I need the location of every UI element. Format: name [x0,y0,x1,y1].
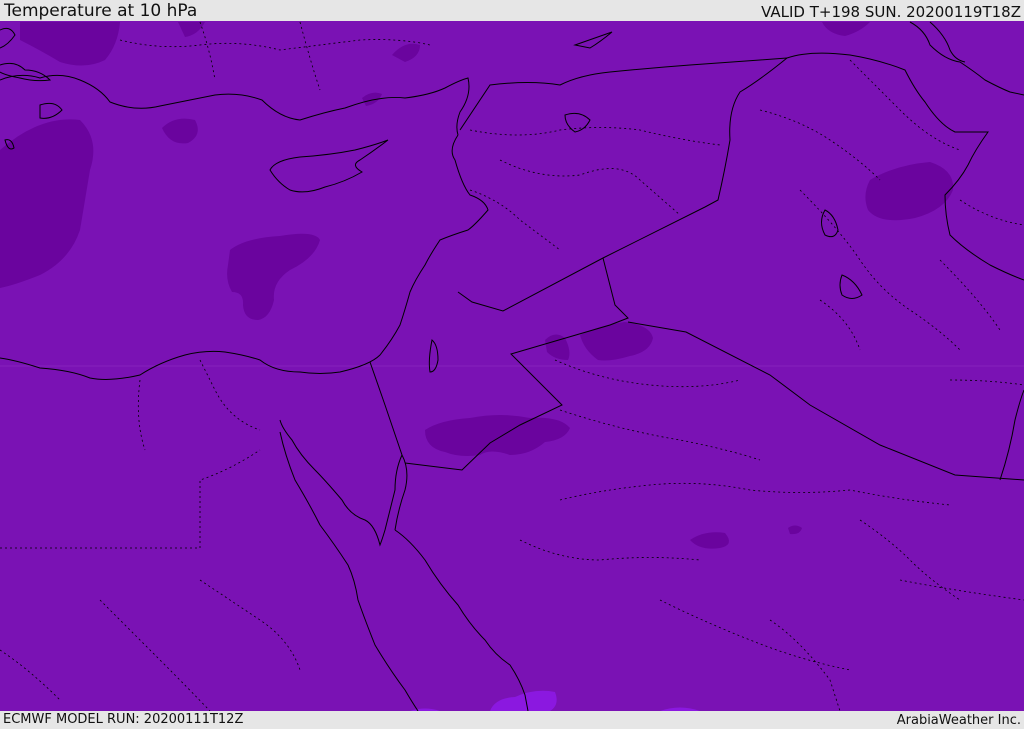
cold-patch-nw [20,22,120,66]
dotted-iran [849,59,1024,386]
dotted-jordan [554,359,761,461]
lake-nw [573,31,613,49]
islands-ne [929,21,966,63]
dotted-turkey [119,21,431,91]
dotted-egypt [0,359,261,549]
cold-patches [0,22,954,549]
warm-patches [410,690,700,711]
cold-patch-small2 [392,43,420,62]
credit-label: ArabiaWeather Inc. [896,713,1021,728]
cold-patch-small1 [162,118,198,144]
red-sea-east [394,529,529,711]
cold-patch-center2 [580,322,653,361]
gulf-of-aqaba [394,454,408,531]
cold-patch-small4 [690,532,729,549]
dotted-east [769,519,961,711]
cyprus [269,139,389,193]
cold-patch-small5 [788,525,802,535]
cold-patch-top-mid [178,22,205,37]
cold-patch-top-right [822,22,870,36]
dotted-iraq [759,109,961,351]
warm-patch-south [490,690,557,711]
cold-patch-east [865,162,954,221]
header-bar: Temperature at 10 hPa VALID T+198 SUN. 2… [0,0,1024,21]
valid-time: VALID T+198 SUN. 20200119T18Z [761,3,1021,21]
cold-patch-med [227,233,320,320]
model-run-label: ECMWF MODEL RUN: 20200111T12Z [3,712,244,727]
dotted-south [0,579,301,711]
cold-patch-small3 [362,92,382,106]
red-sea-west [279,431,419,711]
dead-sea [428,339,439,373]
footer-bar: ECMWF MODEL RUN: 20200111T12Z ArabiaWeat… [0,711,1024,729]
coastlines [0,21,1024,711]
border-levant [459,57,788,131]
border-iraq [457,57,788,312]
dotted-syria [469,127,721,251]
border-saudi-iraq [627,321,1024,481]
cold-patch-south [425,415,570,456]
gulf-coast [999,389,1024,481]
iran-coast [909,21,1024,96]
sinai [279,361,403,547]
dotted-saudi [519,482,1024,671]
cold-patch-west [0,119,94,288]
map-canvas [0,21,1024,711]
lake-east2 [839,274,863,299]
weather-map[interactable] [0,21,1024,711]
lake-north [564,112,591,133]
lake-east [821,209,839,238]
provincial-borders [0,21,1024,711]
map-title: Temperature at 10 hPa [4,1,198,21]
